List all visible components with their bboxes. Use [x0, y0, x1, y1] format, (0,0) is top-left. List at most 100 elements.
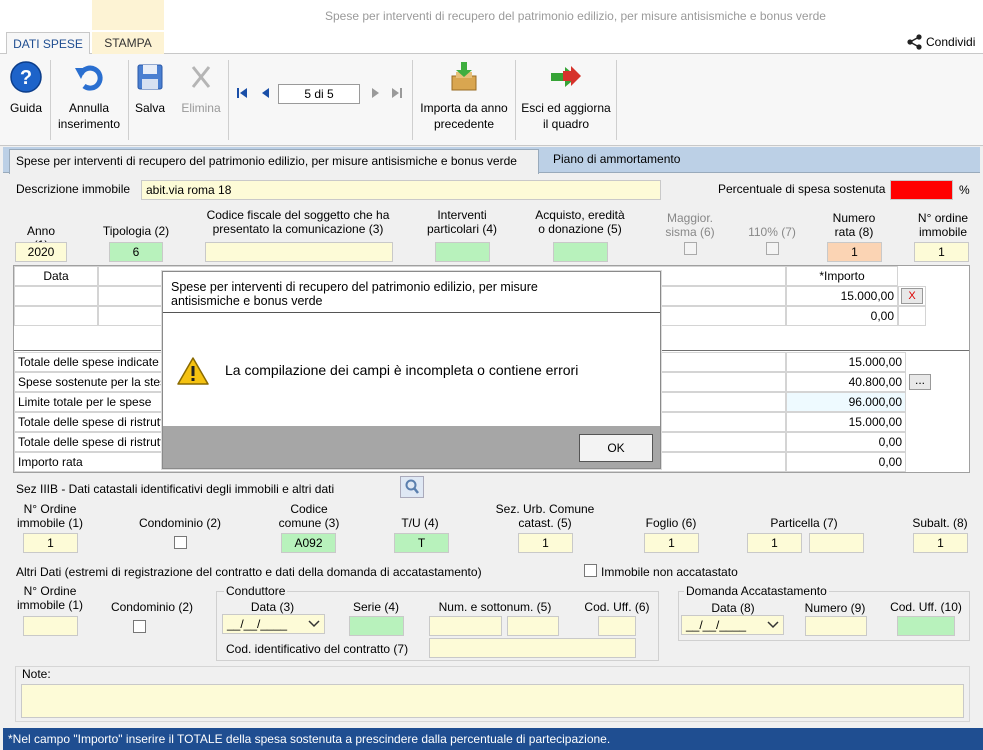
row2-importo[interactable]: 0,00: [786, 306, 898, 326]
exit-label-1: Esci ed aggiorna: [521, 101, 611, 115]
numrata-input[interactable]: 1: [827, 242, 882, 262]
data8-label: Data (8): [711, 601, 755, 615]
tab-stampa[interactable]: STAMPA: [92, 32, 164, 54]
data3-datepicker[interactable]: __/__/____: [222, 614, 325, 634]
cat-ordine-label-1: N° Ordine: [23, 502, 77, 516]
total-value: 15.000,00: [786, 352, 906, 372]
numero9-label: Numero (9): [804, 601, 866, 615]
codcomune-input[interactable]: A092: [281, 533, 336, 553]
catastali-section-label: Sez IIIB - Dati catastali identificativi…: [16, 482, 335, 496]
save-label: Salva: [134, 101, 166, 115]
descrizione-input[interactable]: abit.via roma 18: [141, 180, 661, 200]
num-input[interactable]: [429, 616, 502, 636]
toolbar-divider: [228, 60, 229, 140]
share-icon: [907, 34, 922, 50]
tipologia-label: Tipologia (2): [102, 224, 170, 238]
dialog-title-line-2: antisismiche e bonus verde: [171, 294, 323, 308]
dialog-title-divider: [163, 312, 660, 313]
toolbar-divider: [515, 60, 516, 140]
data8-placeholder: __/__/____: [686, 618, 747, 632]
prev-record-icon[interactable]: [260, 87, 272, 99]
anno-input[interactable]: 2020: [15, 242, 67, 262]
sezurb-input[interactable]: 1: [518, 533, 573, 553]
altri-condominio-checkbox[interactable]: [133, 620, 146, 633]
total-value: 0,00: [786, 452, 906, 472]
ordine-label-2: immobile: [918, 225, 967, 239]
codfisc-input[interactable]: [205, 242, 393, 262]
tab-dati-spese[interactable]: DATI SPESE: [6, 32, 90, 55]
particella-input-2[interactable]: [809, 533, 864, 553]
coduff10-input[interactable]: [897, 616, 955, 636]
error-dialog: Spese per interventi di recupero del pat…: [162, 271, 661, 469]
perc110-checkbox[interactable]: [766, 242, 779, 255]
last-record-icon[interactable]: [391, 87, 403, 99]
altri-ordine-label-1: N° Ordine: [23, 584, 77, 598]
col-header-importo: *Importo: [786, 266, 898, 286]
save-button[interactable]: Salva: [132, 60, 168, 116]
numero9-input[interactable]: [805, 616, 867, 636]
interventi-input[interactable]: [435, 242, 490, 262]
foglio-input[interactable]: 1: [644, 533, 699, 553]
tu-label: T/U (4): [401, 516, 439, 530]
row1-data[interactable]: [14, 286, 98, 306]
maggior-label-1: Maggior.: [666, 211, 714, 225]
interventi-label-2: particolari (4): [426, 222, 498, 236]
row2-data[interactable]: [14, 306, 98, 326]
delete-button[interactable]: Elimina: [178, 60, 224, 116]
coduff6-input[interactable]: [598, 616, 636, 636]
altri-condominio-label: Condominio (2): [110, 600, 194, 614]
tab-piano-ammortamento[interactable]: Piano di ammortamento: [553, 152, 680, 166]
note-input[interactable]: [21, 684, 964, 718]
delete-row-button[interactable]: X: [901, 288, 923, 304]
row1-importo[interactable]: 15.000,00: [786, 286, 898, 306]
percent-sign: %: [959, 183, 970, 197]
tab-spese[interactable]: Spese per interventi di recupero del pat…: [9, 149, 539, 174]
toolbar-divider: [50, 60, 51, 140]
data8-datepicker[interactable]: __/__/____: [681, 615, 784, 635]
codcomune-label-1: Codice: [290, 502, 328, 516]
exit-update-button[interactable]: Esci ed aggiorna il quadro: [519, 60, 613, 132]
serie-label: Serie (4): [352, 600, 399, 614]
subalt-input[interactable]: 1: [913, 533, 968, 553]
window-title: Spese per interventi di recupero del pat…: [325, 9, 826, 23]
toolbar-divider: [128, 60, 129, 140]
tu-input[interactable]: T: [394, 533, 449, 553]
details-button[interactable]: ...: [909, 374, 931, 390]
record-position-field[interactable]: 5 di 5: [278, 84, 360, 104]
toolbar: ? Guida Annulla inserimento Salva Elimin…: [0, 54, 983, 146]
cancel-insert-button[interactable]: Annulla inserimento: [54, 60, 124, 132]
codid-input[interactable]: [429, 638, 636, 658]
help-button[interactable]: ? Guida: [6, 60, 46, 116]
particella-label: Particella (7): [770, 516, 838, 530]
import-previous-year-button[interactable]: Importa da anno precedente: [416, 60, 512, 132]
altri-ordine-input[interactable]: [23, 616, 78, 636]
help-icon: ?: [10, 61, 42, 93]
search-catasto-button[interactable]: [400, 476, 424, 498]
first-record-icon[interactable]: [236, 87, 248, 99]
next-record-icon[interactable]: [369, 87, 381, 99]
row1-action: X: [898, 286, 926, 306]
serie-input[interactable]: [349, 616, 404, 636]
cat-ordine-input[interactable]: 1: [23, 533, 78, 553]
non-accatastato-checkbox[interactable]: [584, 564, 597, 577]
col-header-data: Data: [14, 266, 98, 286]
sottonum-input[interactable]: [507, 616, 559, 636]
svg-text:?: ?: [20, 67, 32, 89]
dialog-title: Spese per interventi di recupero del pat…: [171, 280, 538, 308]
maggior-sisma-checkbox[interactable]: [684, 242, 697, 255]
ordine-label-1: N° ordine: [917, 211, 969, 225]
tipologia-input[interactable]: 6: [109, 242, 163, 262]
particella-input-1[interactable]: 1: [747, 533, 802, 553]
magnifier-icon: [405, 479, 419, 494]
ok-button[interactable]: OK: [579, 434, 653, 462]
cat-condominio-checkbox[interactable]: [174, 536, 187, 549]
ordine-input[interactable]: 1: [914, 242, 969, 262]
acquisto-input[interactable]: [553, 242, 608, 262]
title-bar: Spese per interventi di recupero del pat…: [0, 0, 983, 54]
delete-label: Elimina: [181, 101, 221, 115]
coduff10-label: Cod. Uff. (10): [890, 600, 962, 614]
chevron-down-icon: [767, 621, 779, 629]
altri-ordine-label-2: immobile (1): [16, 598, 83, 612]
percentuale-input[interactable]: [890, 180, 953, 200]
interventi-label-1: Interventi: [437, 208, 487, 222]
